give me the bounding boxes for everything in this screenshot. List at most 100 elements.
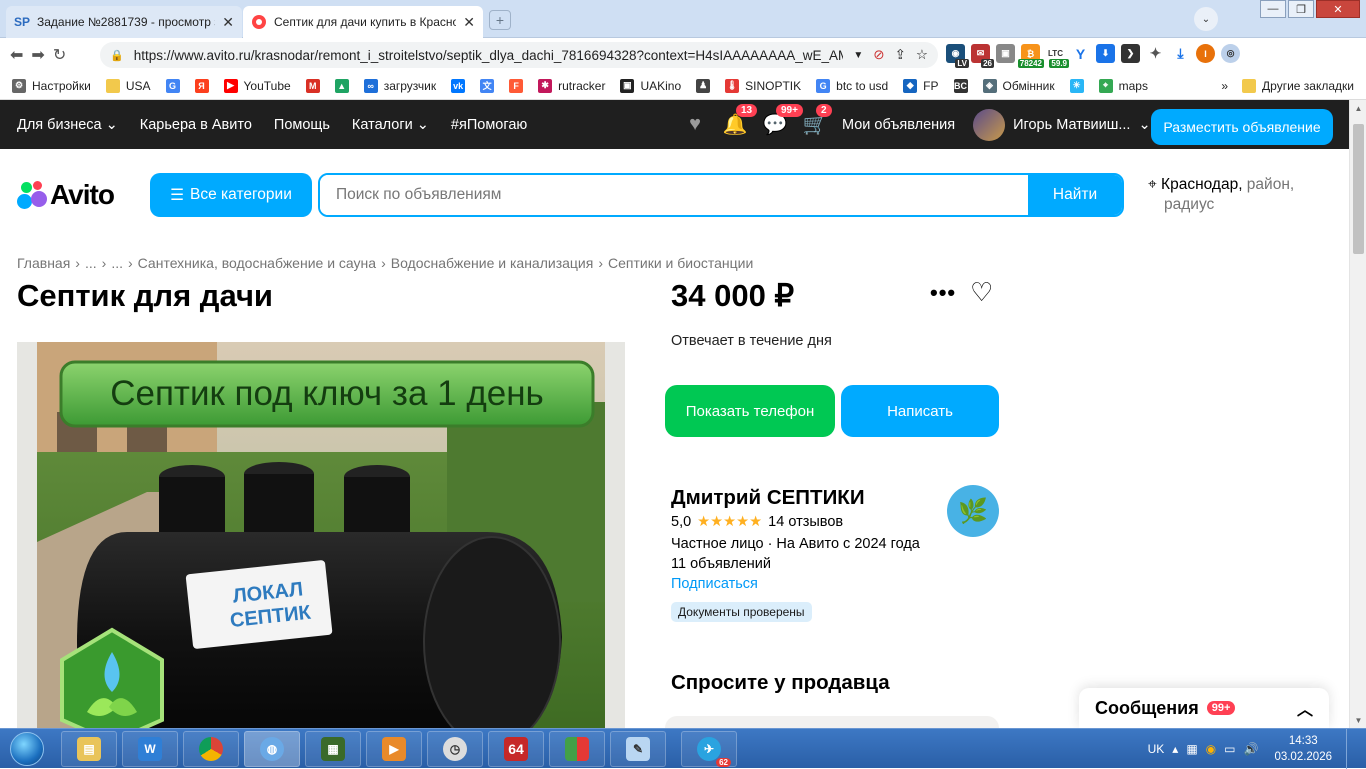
- favorite-heart-icon[interactable]: ♡: [970, 277, 993, 308]
- chevron-up-icon[interactable]: ︿: [1297, 696, 1313, 720]
- seller-avatar[interactable]: 🌿: [947, 485, 999, 537]
- search-input[interactable]: [320, 175, 1028, 215]
- close-icon[interactable]: ✕: [463, 14, 475, 31]
- taskbar-telegram[interactable]: ✈ 62: [681, 731, 737, 767]
- language-indicator[interactable]: UK: [1148, 742, 1165, 756]
- bookmark-item[interactable]: Gbtc to usd: [816, 78, 888, 93]
- block-icon[interactable]: ⊘: [873, 47, 884, 63]
- maximize-button[interactable]: ❐: [1288, 0, 1314, 18]
- close-icon[interactable]: ✕: [222, 14, 234, 31]
- download-ext-icon[interactable]: ⬇: [1096, 44, 1115, 63]
- bookmark-item[interactable]: ✳: [1069, 78, 1084, 93]
- location-selector[interactable]: ⌖ Краснодар, район, радиус: [1148, 175, 1294, 215]
- nav-catalogs-link[interactable]: Каталоги ⌄: [352, 117, 429, 133]
- tab-avito[interactable]: Септик для дачи купить в Красно ✕: [243, 6, 483, 38]
- vpn-ext-icon[interactable]: Y: [1071, 44, 1090, 63]
- puzzle-icon[interactable]: ✦: [1146, 44, 1165, 63]
- scroll-thumb[interactable]: [1353, 124, 1364, 254]
- favorites-heart-icon[interactable]: ♥: [682, 112, 708, 138]
- bookmark-item[interactable]: ✱ rutracker: [538, 78, 605, 93]
- breadcrumb-item[interactable]: Сантехника, водоснабжение и сауна: [138, 255, 376, 271]
- ltc-ext-icon[interactable]: LTC 59.9: [1046, 44, 1069, 68]
- briefcase-ext-icon[interactable]: ▣: [996, 44, 1015, 63]
- downloads-icon[interactable]: ⤓: [1171, 44, 1190, 63]
- address-bar[interactable]: 🔒 https://www.avito.ru/krasnodar/remont_…: [100, 42, 938, 68]
- tray-expand-icon[interactable]: ▴: [1172, 742, 1178, 756]
- clock[interactable]: 14:33 03.02.2026: [1274, 733, 1332, 765]
- taskbar-explorer[interactable]: ▤: [61, 731, 117, 767]
- place-ad-button[interactable]: Разместить объявление: [1151, 109, 1333, 145]
- show-desktop-button[interactable]: [1346, 729, 1356, 769]
- bookmark-item[interactable]: vk: [451, 78, 466, 93]
- breadcrumb-item[interactable]: Главная: [17, 255, 70, 271]
- bookmark-item[interactable]: G: [165, 78, 180, 93]
- my-ads-link[interactable]: Мои объявления: [842, 117, 955, 133]
- bookmark-item[interactable]: ∞ загрузчик: [363, 78, 436, 93]
- bookmark-item[interactable]: ♟: [696, 78, 711, 93]
- scroll-up-icon[interactable]: ▲: [1350, 100, 1366, 116]
- arrow-ext-icon[interactable]: ❯: [1121, 44, 1140, 63]
- bookmark-item[interactable]: 🌡 SINOPTIK: [725, 78, 801, 93]
- bookmark-item[interactable]: F: [509, 78, 524, 93]
- taskbar-terminal[interactable]: ▦: [305, 731, 361, 767]
- taskbar-media[interactable]: ▶: [366, 731, 422, 767]
- nav-help-link[interactable]: Помощь: [274, 117, 330, 133]
- menu-icon[interactable]: ◎: [1221, 44, 1240, 63]
- network-card-icon[interactable]: ▦: [1186, 742, 1197, 756]
- write-message-button[interactable]: Написать: [841, 385, 999, 437]
- back-icon[interactable]: ⬅: [10, 45, 23, 65]
- subscribe-link[interactable]: Подписаться: [671, 576, 1001, 592]
- notifications-bell-icon[interactable]: 🔔 13: [722, 103, 758, 138]
- mail-ext-icon[interactable]: ✉ 26: [971, 44, 994, 68]
- scroll-down-icon[interactable]: ▼: [1350, 712, 1366, 728]
- avito-logo[interactable]: Avito: [17, 179, 115, 211]
- reload-icon[interactable]: ↻: [53, 45, 66, 65]
- minimize-button[interactable]: —: [1260, 0, 1286, 18]
- tab-search-button[interactable]: ⌄: [1194, 7, 1218, 31]
- bookmark-item[interactable]: ▶ YouTube: [223, 78, 291, 93]
- bookmark-item[interactable]: ⚙ Настройки: [12, 78, 91, 93]
- seller-ads-count[interactable]: 11 объявлений: [671, 556, 1001, 572]
- profile-icon[interactable]: I: [1196, 44, 1215, 63]
- taskbar-waterfox[interactable]: W: [122, 731, 178, 767]
- nav-help-hashtag-link[interactable]: #яПомогаю: [451, 117, 527, 133]
- share-icon[interactable]: ⇪: [895, 47, 906, 63]
- listing-photo[interactable]: Септик под ключ за 1 день ЛОКАЛ СЕПТИК: [17, 342, 625, 728]
- volume-icon[interactable]: 🔊: [1243, 742, 1258, 756]
- reviews-link[interactable]: 14 отзывов: [768, 514, 843, 530]
- all-categories-button[interactable]: ☰ Все категории: [150, 173, 312, 217]
- bookmark-star-icon[interactable]: ☆: [916, 47, 928, 63]
- breadcrumb-item[interactable]: ...: [111, 255, 123, 271]
- breadcrumb-item[interactable]: ...: [85, 255, 97, 271]
- btc-ext-icon[interactable]: ₿ 78242: [1017, 44, 1044, 68]
- bookmark-item[interactable]: ▣ UAKino: [620, 78, 681, 93]
- bookmark-item[interactable]: ◆ FP: [903, 78, 939, 93]
- dropdown-icon[interactable]: ▼: [853, 50, 863, 61]
- new-tab-button[interactable]: +: [489, 10, 511, 30]
- nav-career-link[interactable]: Карьера в Авито: [140, 117, 252, 133]
- feed-icon[interactable]: ◉: [1206, 742, 1216, 756]
- messages-widget[interactable]: Сообщения 99+ ︿: [1079, 688, 1329, 728]
- bookmark-item[interactable]: 文: [480, 78, 495, 93]
- tab-task[interactable]: SP Задание №2881739 - просмотр з ✕: [6, 6, 242, 38]
- start-button[interactable]: [4, 730, 50, 768]
- forward-icon[interactable]: ➡: [31, 45, 44, 65]
- bookmarks-more-button[interactable]: »: [1221, 79, 1228, 93]
- bookmark-item[interactable]: Я: [194, 78, 209, 93]
- user-menu[interactable]: Игорь Матвииш... ⌄: [973, 108, 1151, 141]
- bookmark-item[interactable]: BC: [953, 78, 968, 93]
- lock-icon[interactable]: 🔒: [110, 49, 124, 62]
- taskbar-flower[interactable]: [549, 731, 605, 767]
- lv-ext-icon[interactable]: ◉ LV: [946, 44, 969, 68]
- breadcrumb-item[interactable]: Водоснабжение и канализация: [391, 255, 594, 271]
- messages-chat-icon[interactable]: 💬 99+: [762, 103, 803, 138]
- close-window-button[interactable]: ✕: [1316, 0, 1360, 18]
- page-scrollbar[interactable]: ▲ ▼: [1349, 100, 1366, 728]
- ask-seller-box[interactable]: [665, 716, 999, 728]
- bookmark-item[interactable]: ⌖ maps: [1098, 78, 1148, 93]
- bookmark-item[interactable]: ▲: [334, 78, 349, 93]
- more-options-icon[interactable]: •••: [930, 280, 956, 306]
- taskbar-notepad[interactable]: ✎: [610, 731, 666, 767]
- breadcrumb-item[interactable]: Септики и биостанции: [608, 255, 753, 271]
- show-phone-button[interactable]: Показать телефон: [665, 385, 835, 437]
